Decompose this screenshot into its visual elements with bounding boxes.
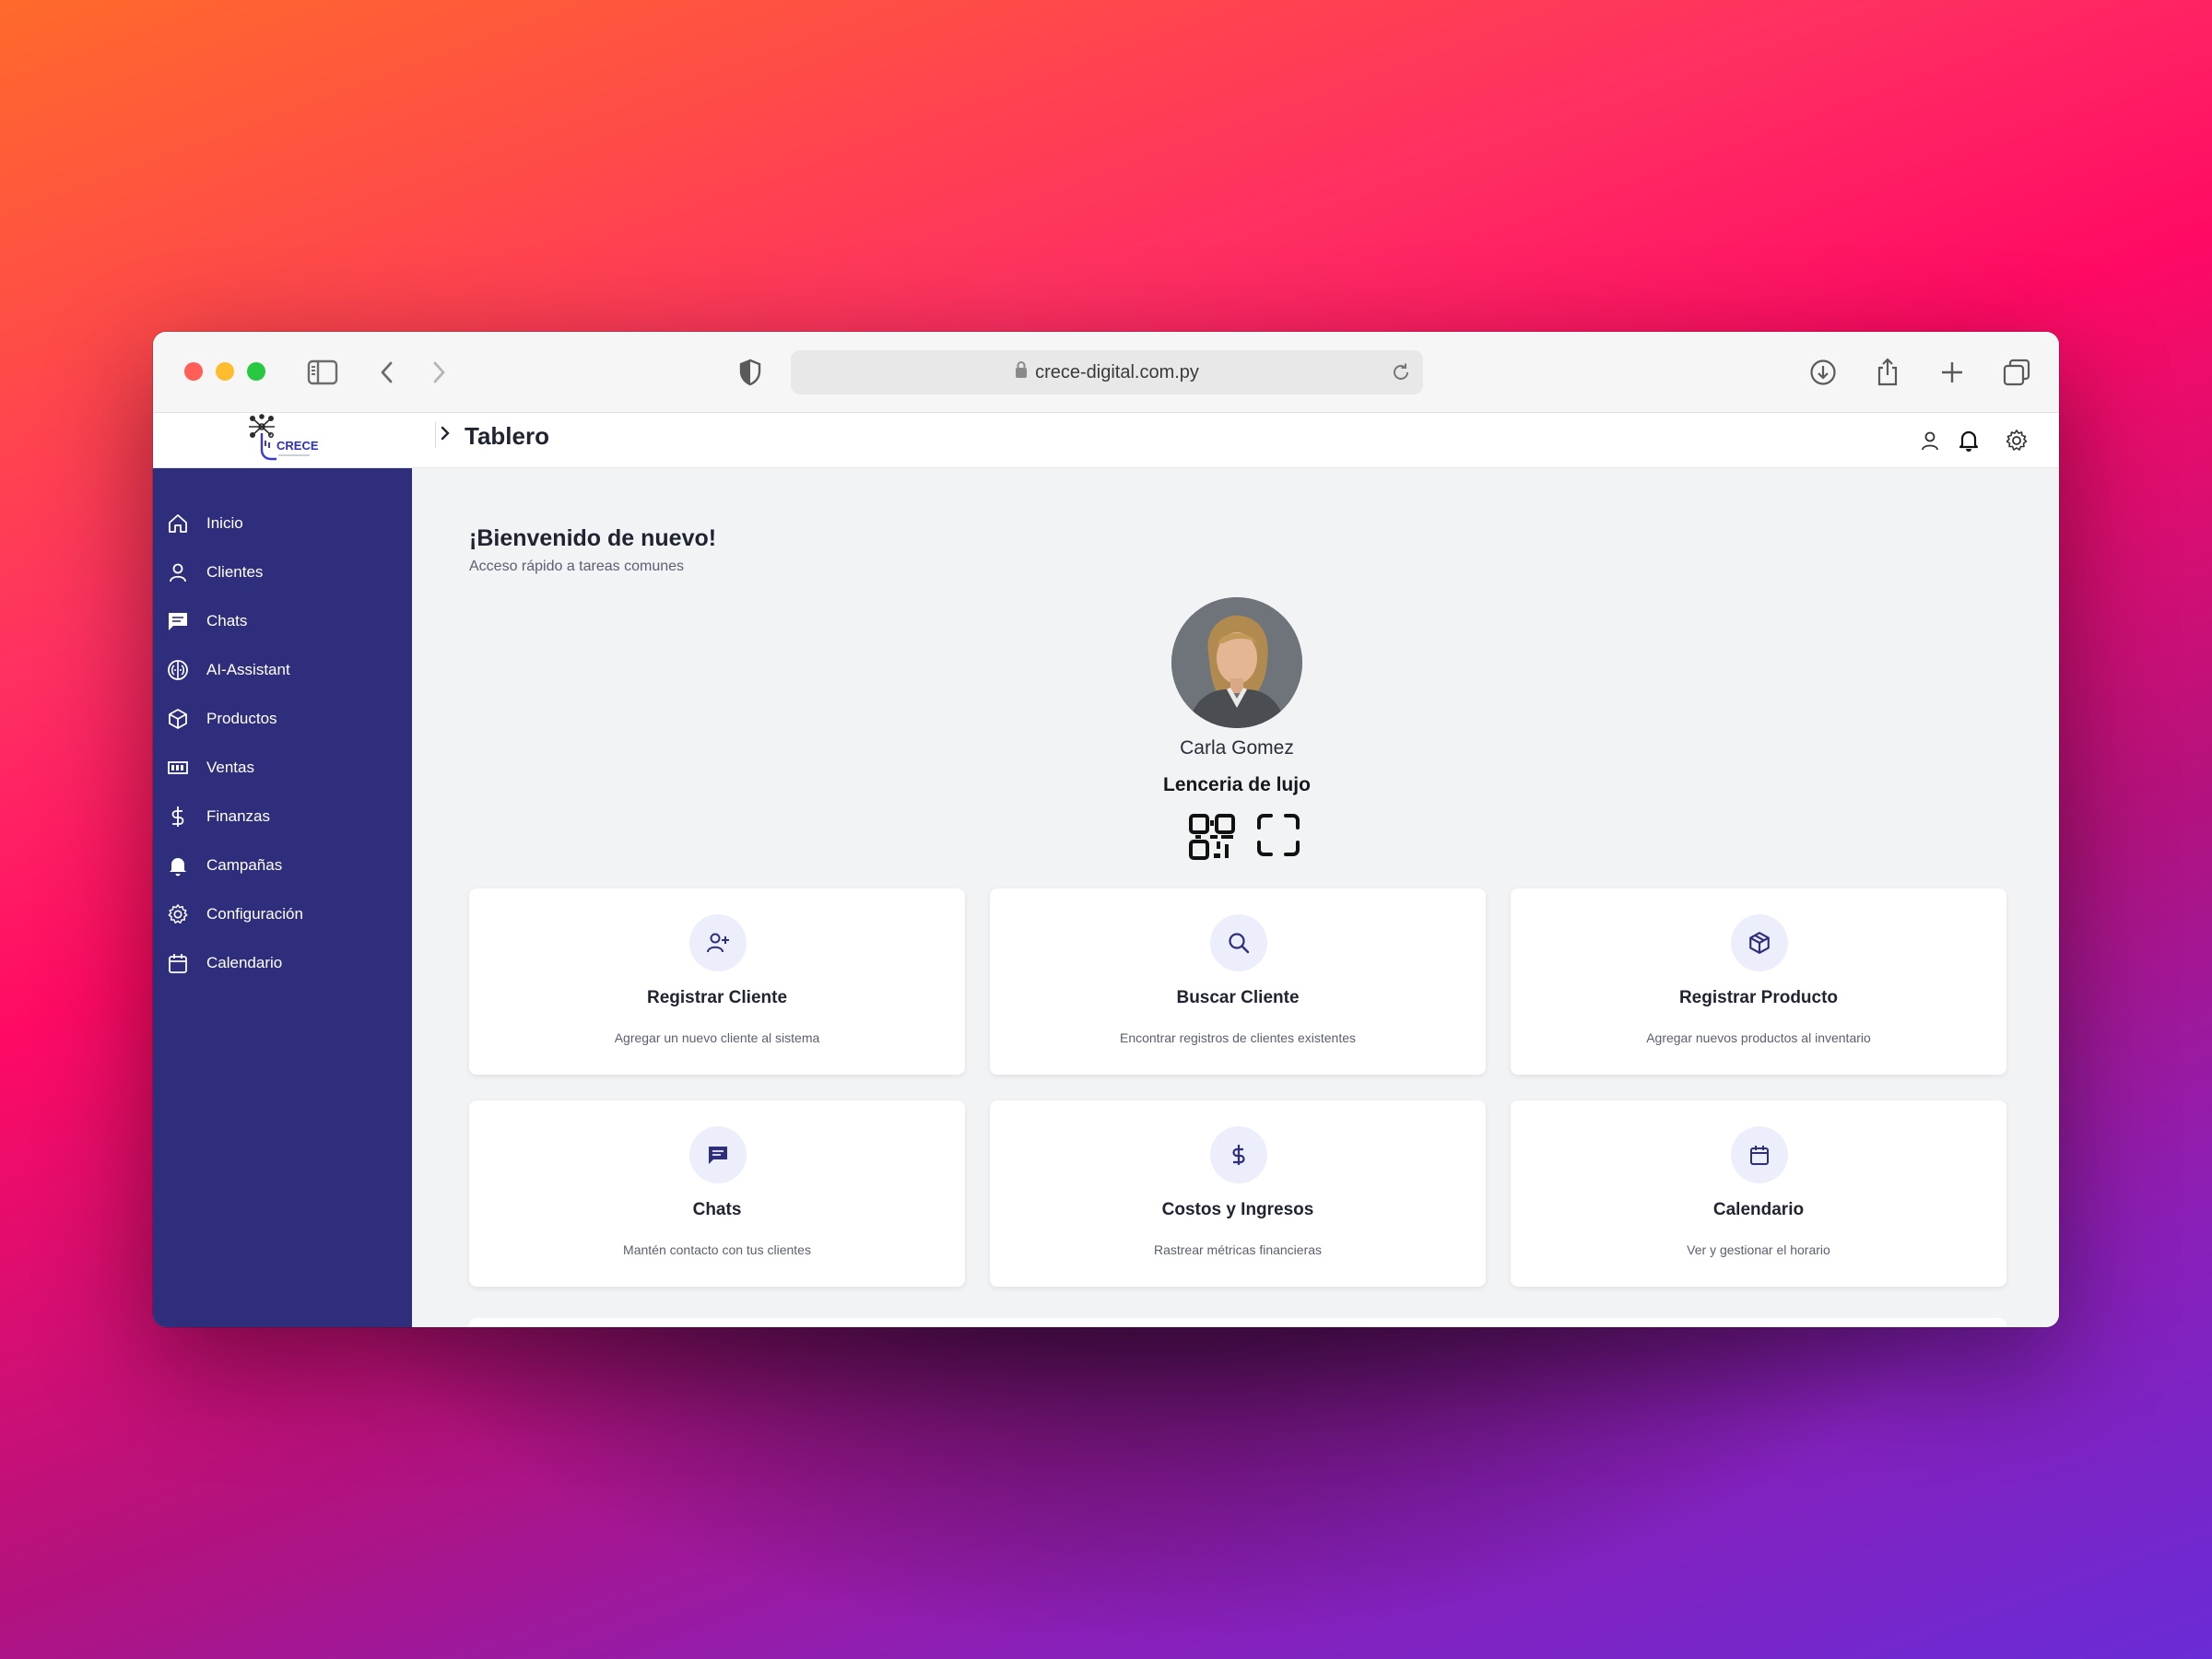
card-description: Rastrear métricas financieras (1153, 1242, 1323, 1257)
sidebar-item-inicio[interactable]: Inicio (166, 505, 396, 542)
sidebar-item-ventas[interactable]: Ventas (166, 749, 396, 786)
calendar-icon (1731, 1126, 1788, 1183)
sidebar-item-label: AI-Assistant (206, 661, 290, 678)
welcome-heading: ¡Bienvenido de nuevo! (469, 525, 717, 551)
user-plus-icon (689, 914, 747, 971)
minimize-window-button[interactable] (216, 362, 234, 381)
sidebar-item-label: Clientes (206, 563, 264, 581)
url-text: crece-digital.com.py (1035, 361, 1199, 382)
box-icon (166, 707, 190, 731)
browser-toolbar: crece-digital.com.py (153, 332, 2059, 413)
reload-icon[interactable] (1390, 361, 1412, 383)
calendar-icon (166, 951, 190, 975)
sidebar-item-finanzas[interactable]: Finanzas (166, 798, 396, 835)
sidebar-item-campanas[interactable]: Campañas (166, 847, 396, 884)
notifications-icon[interactable] (1954, 426, 1983, 455)
card-partial-next-row (469, 1318, 2006, 1327)
share-icon[interactable] (1871, 356, 1904, 389)
new-tab-icon[interactable] (1936, 356, 1969, 389)
card-chats[interactable]: Chats Mantén contacto con tus clientes (469, 1100, 965, 1287)
app-header: CRECE Tablero (153, 413, 2059, 468)
sidebar-item-ai-assistant[interactable]: AI-Assistant (166, 652, 396, 688)
dollar-icon (1210, 1126, 1267, 1183)
back-icon[interactable] (371, 356, 404, 389)
box-icon (1731, 914, 1788, 971)
card-calendario[interactable]: Calendario Ver y gestionar el horario (1511, 1100, 2006, 1287)
chat-icon (166, 609, 190, 633)
sidebar-item-label: Ventas (206, 759, 254, 776)
gear-icon (166, 902, 190, 926)
crece-logo[interactable]: CRECE (245, 413, 319, 465)
main-content: ¡Bienvenido de nuevo! Acceso rápido a ta… (412, 468, 2059, 1327)
forward-icon[interactable] (422, 356, 455, 389)
sidebar-item-clientes[interactable]: Clientes (166, 554, 396, 591)
welcome-subtitle: Acceso rápido a tareas comunes (469, 559, 685, 574)
business-name: Lenceria de lujo (1163, 774, 1311, 795)
sidebar-item-chats[interactable]: Chats (166, 603, 396, 640)
bell-icon (166, 853, 190, 877)
browser-window: crece-digital.com.py CRECE Tablero Inici… (153, 332, 2059, 1327)
sidebar-item-label: Productos (206, 710, 277, 727)
sidebar-toggle-icon[interactable] (306, 356, 339, 389)
home-icon (166, 512, 190, 535)
download-icon[interactable] (1806, 356, 1840, 389)
card-registrar-cliente[interactable]: Registrar Cliente Agregar un nuevo clien… (469, 888, 965, 1075)
sidebar-collapse-toggle[interactable] (435, 422, 453, 448)
sidebar-item-label: Calendario (206, 954, 283, 971)
avatar[interactable] (1171, 597, 1302, 728)
maximize-window-button[interactable] (247, 362, 265, 381)
card-costos-ingresos[interactable]: Costos y Ingresos Rastrear métricas fina… (990, 1100, 1486, 1287)
sidebar-item-configuracion[interactable]: Configuración (166, 896, 396, 933)
search-icon (1210, 914, 1267, 971)
page-title: Tablero (465, 422, 549, 450)
dollar-icon (166, 805, 190, 829)
sidebar-item-label: Inicio (206, 514, 243, 532)
card-description: Agregar nuevos productos al inventario (1646, 1030, 1871, 1045)
card-title: Chats (692, 1200, 742, 1219)
brain-icon (166, 658, 190, 682)
settings-gear-icon[interactable] (2002, 426, 2031, 455)
qr-code-icon[interactable] (1188, 813, 1236, 861)
user-name: Carla Gomez (1180, 737, 1294, 759)
sidebar-item-label: Chats (206, 612, 248, 629)
privacy-shield-icon[interactable] (734, 356, 767, 389)
card-description: Mantén contacto con tus clientes (623, 1242, 811, 1257)
user-icon (166, 560, 190, 584)
card-description: Agregar un nuevo cliente al sistema (614, 1030, 820, 1045)
card-title: Costos y Ingresos (1161, 1200, 1314, 1219)
card-description: Encontrar registros de clientes existent… (1119, 1030, 1356, 1045)
sidebar-nav: Inicio Clientes Chats AI-Assistant Produ… (153, 468, 412, 1327)
scan-frame-icon[interactable] (1256, 813, 1300, 857)
sidebar-item-label: Configuración (206, 905, 303, 923)
close-window-button[interactable] (184, 362, 203, 381)
counter-icon (166, 756, 190, 780)
card-description: Ver y gestionar el horario (1687, 1242, 1830, 1257)
tab-overview-icon[interactable] (2000, 356, 2033, 389)
sidebar-item-calendario[interactable]: Calendario (166, 945, 396, 982)
lock-icon (1015, 360, 1028, 384)
address-bar[interactable]: crece-digital.com.py (791, 350, 1423, 394)
card-title: Registrar Producto (1678, 988, 1839, 1007)
sidebar-item-productos[interactable]: Productos (166, 700, 396, 737)
sidebar-item-label: Finanzas (206, 807, 270, 825)
sidebar-item-label: Campañas (206, 856, 283, 874)
card-buscar-cliente[interactable]: Buscar Cliente Encontrar registros de cl… (990, 888, 1486, 1075)
chat-icon (689, 1126, 747, 1183)
svg-text:CRECE: CRECE (276, 439, 319, 453)
chevron-right-icon (440, 425, 451, 446)
profile-icon[interactable] (1915, 426, 1945, 455)
card-title: Registrar Cliente (646, 988, 788, 1007)
card-registrar-producto[interactable]: Registrar Producto Agregar nuevos produc… (1511, 888, 2006, 1075)
card-title: Calendario (1712, 1200, 1805, 1219)
card-title: Buscar Cliente (1176, 988, 1300, 1007)
